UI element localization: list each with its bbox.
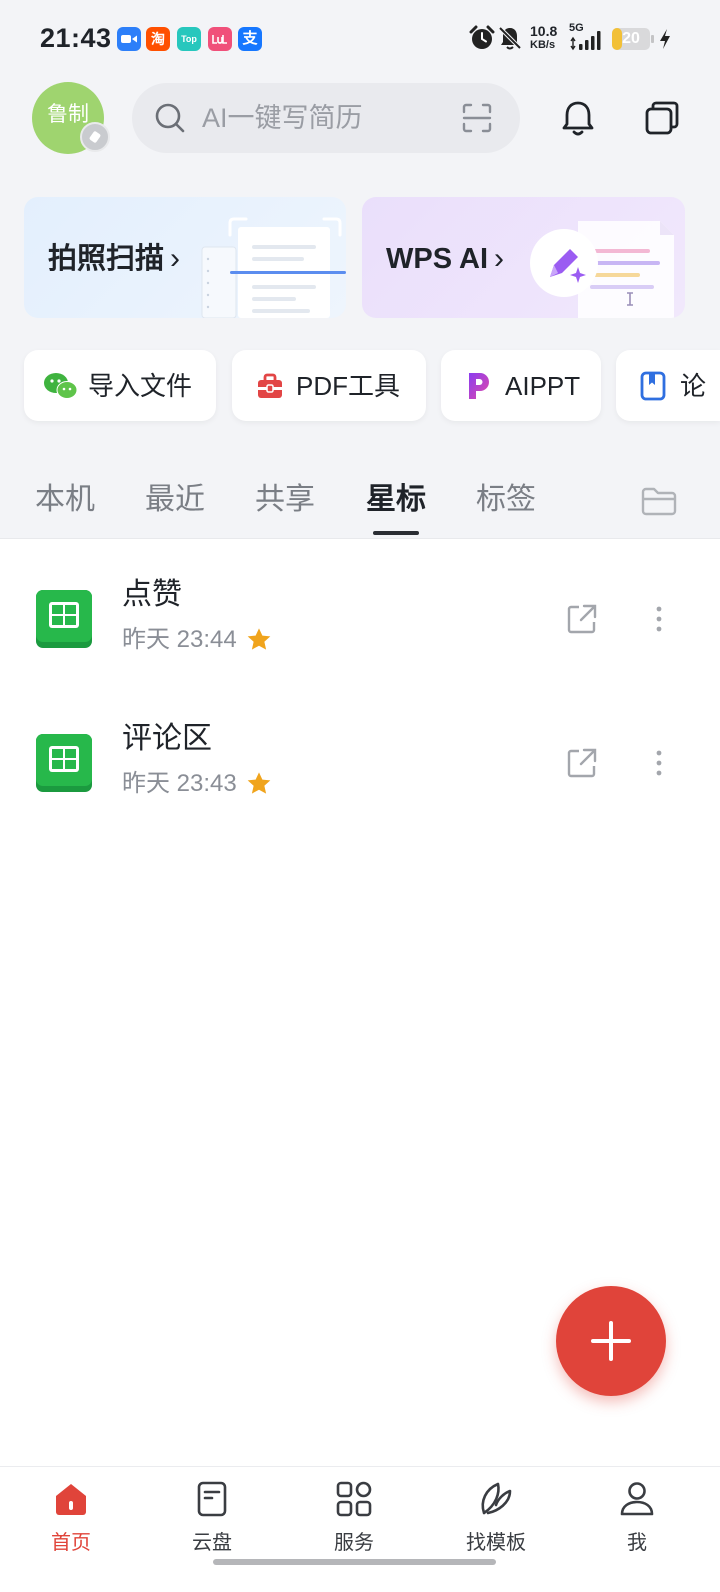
- star-icon[interactable]: [245, 626, 273, 654]
- nav-templates[interactable]: 找模板: [436, 1479, 556, 1559]
- nav-me[interactable]: 我: [577, 1479, 697, 1559]
- quick-action-pdf-tools[interactable]: PDF工具: [232, 350, 426, 421]
- plus-icon: [591, 1321, 631, 1361]
- bottom-nav: 首页 云盘 服务 找模板 我: [0, 1466, 720, 1592]
- star-icon[interactable]: [245, 770, 273, 798]
- scan-document-illustration: [201, 217, 346, 318]
- file-row[interactable]: 评论区 昨天 23:43: [0, 704, 720, 824]
- more-options-icon[interactable]: [655, 604, 663, 634]
- alipay-icon: 支: [238, 27, 262, 51]
- home-icon: [56, 1484, 86, 1515]
- nav-label: 我: [627, 1532, 647, 1554]
- chevron-right-icon: ›: [170, 242, 181, 275]
- active-tab-indicator: [373, 531, 419, 535]
- nav-label: 首页: [51, 1532, 91, 1554]
- scan-icon[interactable]: [460, 101, 494, 135]
- wps-ai-banner[interactable]: WPS AI ›: [362, 197, 685, 318]
- profile-icon: [620, 1482, 654, 1516]
- file-row[interactable]: 点赞 昨天 23:44: [0, 560, 720, 680]
- chevron-right-icon: ›: [494, 242, 505, 275]
- top-app-icon: Top: [177, 27, 201, 51]
- template-icon: [481, 1482, 512, 1515]
- quick-action-label: 论: [680, 371, 707, 401]
- open-external-icon[interactable]: [565, 602, 599, 636]
- avatar[interactable]: 鲁制: [32, 82, 110, 154]
- bell-icon[interactable]: [559, 98, 597, 138]
- avatar-badge-icon: [80, 122, 110, 152]
- nav-label: 服务: [334, 1532, 374, 1554]
- battery-level: 20: [622, 30, 640, 47]
- file-name: 评论区: [122, 722, 212, 755]
- search-icon: [155, 103, 185, 133]
- net-speed-value: 10.8: [530, 23, 558, 39]
- status-bar: 21:43 淘 Top 支 10.8 KB/s 5G 20: [0, 0, 720, 70]
- charging-icon: [660, 29, 670, 49]
- nav-label: 找模板: [466, 1532, 526, 1554]
- file-time: 昨天 23:44: [122, 626, 237, 653]
- pink-app-icon: [208, 27, 232, 51]
- zoom-icon: [117, 27, 141, 51]
- status-time: 21:43: [40, 23, 112, 53]
- tab-tags[interactable]: 标签: [476, 478, 536, 522]
- home-indicator[interactable]: [213, 1559, 496, 1565]
- pdf-toolbox-icon: [258, 373, 282, 398]
- search-input[interactable]: AI一键写简历: [202, 83, 363, 153]
- quick-action-import-file[interactable]: 导入文件: [24, 350, 216, 421]
- new-document-button[interactable]: [556, 1286, 666, 1396]
- tabs-divider: [0, 538, 720, 539]
- services-icon: [336, 1481, 372, 1517]
- aippt-icon: [469, 373, 489, 399]
- tab-recent[interactable]: 最近: [145, 478, 205, 522]
- bookmark-icon: [640, 371, 666, 401]
- taobao-icon: 淘: [146, 27, 170, 51]
- cloud-drive-icon: [197, 1481, 227, 1517]
- windows-icon[interactable]: [643, 99, 681, 137]
- bell-off-icon: [498, 26, 522, 50]
- file-time: 昨天 23:43: [122, 770, 237, 797]
- wps-ai-banner-label: WPS AI ›: [386, 242, 505, 275]
- spreadsheet-icon: [36, 734, 92, 792]
- tab-starred[interactable]: 星标: [366, 478, 426, 522]
- nav-cloud-drive[interactable]: 云盘: [152, 1479, 272, 1559]
- tab-shared[interactable]: 共享: [255, 478, 315, 522]
- nav-home[interactable]: 首页: [11, 1479, 131, 1559]
- tab-local[interactable]: 本机: [35, 478, 95, 522]
- quick-action-aippt[interactable]: AIPPT: [441, 350, 601, 421]
- quick-action-label: AIPPT: [505, 371, 581, 401]
- ai-pen-illustration: [530, 221, 674, 318]
- file-name: 点赞: [122, 578, 182, 611]
- wechat-icon: [44, 373, 78, 399]
- spreadsheet-icon: [36, 590, 92, 648]
- quick-action-paper[interactable]: 论: [616, 350, 720, 421]
- alarm-clock-icon: [469, 25, 495, 49]
- scan-banner-label: 拍照扫描 ›: [48, 242, 181, 275]
- quick-action-label: 导入文件: [88, 371, 193, 401]
- nav-label: 云盘: [192, 1532, 232, 1554]
- scan-banner[interactable]: 拍照扫描 ›: [24, 197, 346, 318]
- signal-icon: [570, 31, 601, 51]
- more-options-icon[interactable]: [655, 748, 663, 778]
- nav-services[interactable]: 服务: [294, 1479, 414, 1559]
- folder-icon[interactable]: [640, 484, 678, 516]
- quick-action-label: PDF工具: [296, 371, 401, 401]
- open-external-icon[interactable]: [565, 746, 599, 780]
- search-bar[interactable]: AI一键写简历: [132, 83, 520, 153]
- net-speed-unit: KB/s: [530, 39, 556, 51]
